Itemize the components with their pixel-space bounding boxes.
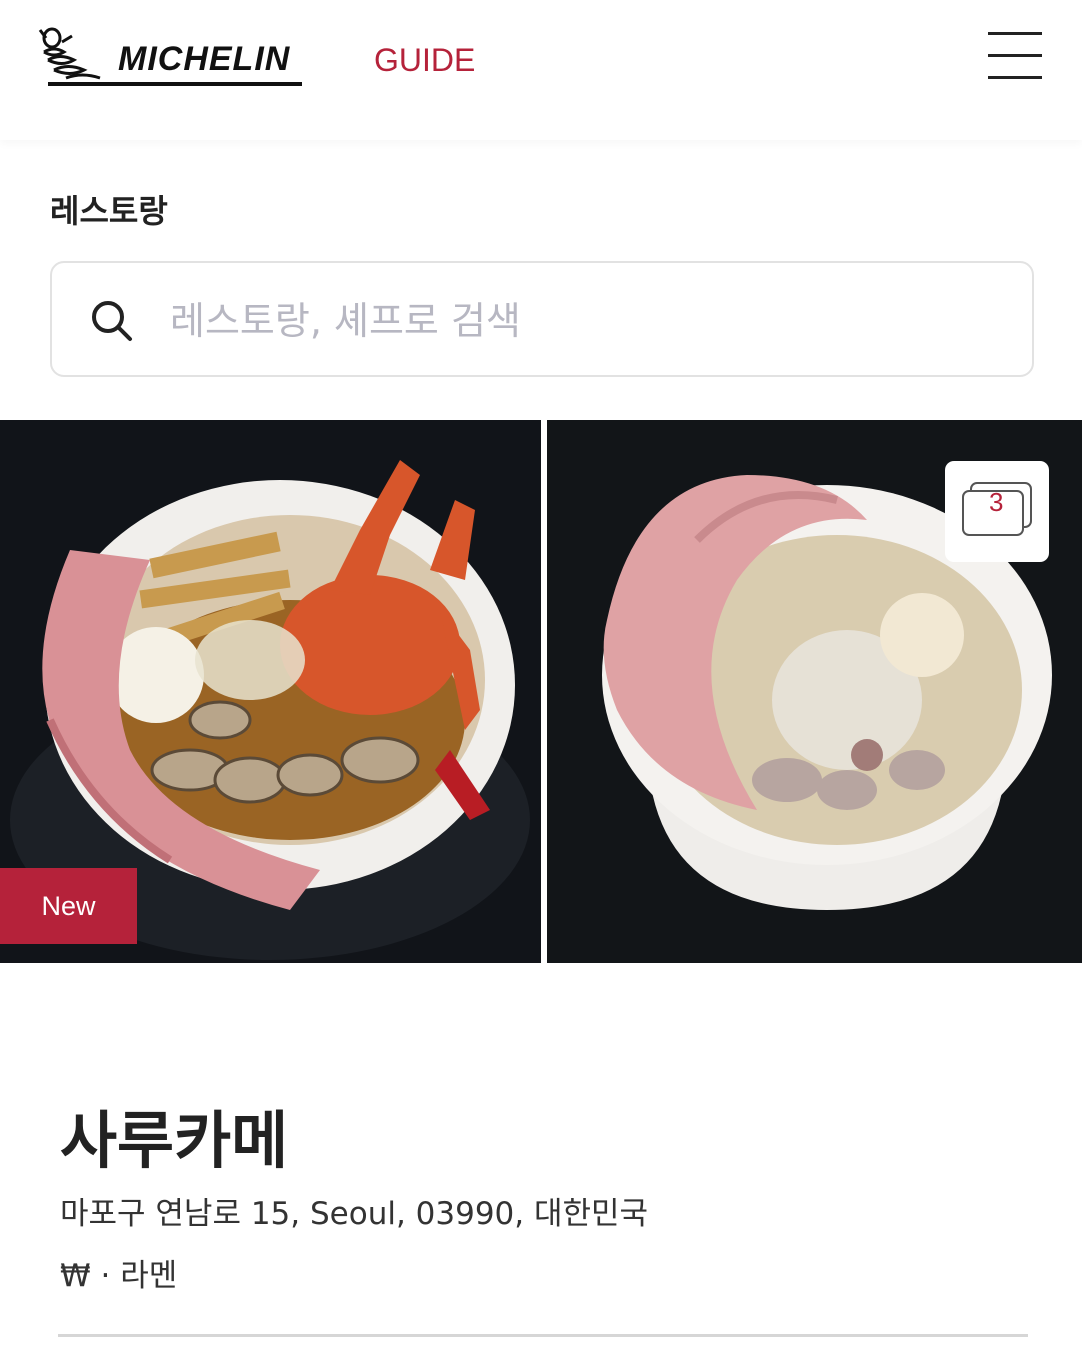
- restaurant-meta: ₩ · 라멘: [60, 1250, 177, 1295]
- brand-wordmark: MICHELIN: [118, 40, 291, 78]
- top-header: MICHELIN GUIDE: [0, 0, 1082, 140]
- gallery-count-button[interactable]: 3: [945, 461, 1049, 562]
- search-icon: [92, 301, 132, 341]
- section-title: 레스토랑: [50, 192, 168, 230]
- meta-separator: ·: [90, 1258, 121, 1294]
- menu-button[interactable]: [984, 28, 1046, 84]
- michelin-guide-logo[interactable]: MICHELIN GUIDE: [36, 24, 486, 92]
- price-level: ₩: [60, 1258, 91, 1294]
- hamburger-icon-bar: [988, 76, 1042, 79]
- search-input[interactable]: [168, 289, 992, 353]
- restaurant-name[interactable]: 사루카메: [60, 1090, 288, 1180]
- restaurant-address: 마포구 연남로 15, Seoul, 03990, 대한민국: [60, 1196, 649, 1232]
- hamburger-icon: [988, 32, 1042, 35]
- photo-gallery: New 3: [0, 420, 1082, 963]
- search-box[interactable]: [50, 261, 1034, 377]
- gallery-count-number: 3: [989, 487, 1004, 517]
- guide-label: GUIDE: [374, 42, 476, 78]
- bibendum-logo-icon: [38, 27, 101, 80]
- restaurant-photo-2[interactable]: 3: [547, 420, 1082, 963]
- restaurant-photo-1[interactable]: New: [0, 420, 541, 963]
- cuisine-type: 라멘: [120, 1258, 178, 1294]
- hamburger-icon-bar: [988, 54, 1042, 57]
- section-divider: [58, 1334, 1028, 1337]
- logo-underline: [48, 82, 302, 86]
- new-badge: New: [0, 868, 137, 944]
